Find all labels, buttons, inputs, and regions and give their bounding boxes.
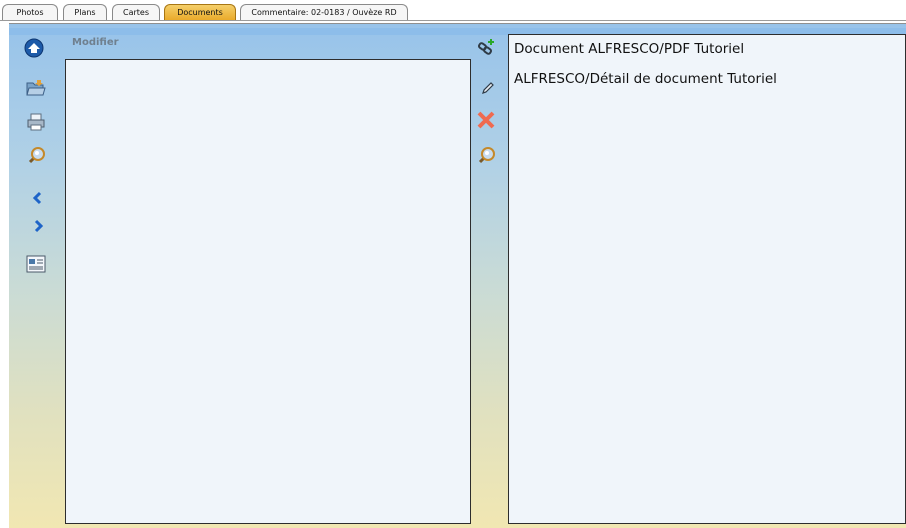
list-item[interactable]: Document ALFRESCO/PDF Tutoriel [514, 41, 744, 61]
left-panel-header: Modifier [72, 37, 119, 48]
tab-documents[interactable]: Documents [164, 4, 236, 21]
edit-pencil-icon[interactable] [478, 78, 498, 98]
delete-icon[interactable] [476, 110, 496, 130]
next-icon[interactable] [28, 216, 48, 236]
list-item[interactable]: ALFRESCO/Détail de document Tutoriel [514, 71, 777, 91]
tab-strip: Photos Plans Cartes Documents Commentair… [0, 0, 906, 22]
tab-cartes[interactable]: Cartes [112, 4, 160, 21]
left-document-panel[interactable] [65, 59, 471, 524]
tab-plans[interactable]: Plans [63, 4, 107, 21]
print-icon[interactable] [26, 112, 46, 132]
previous-icon[interactable] [28, 188, 48, 208]
add-link-icon[interactable] [476, 38, 496, 58]
home-up-icon[interactable] [24, 38, 44, 58]
tab-commentaire[interactable]: Commentaire: 02-0183 / Ouvèze RD [240, 4, 408, 21]
tab-photos[interactable]: Photos [2, 4, 58, 21]
document-list-panel: Document ALFRESCO/PDF Tutoriel ALFRESCO/… [508, 34, 906, 524]
open-folder-icon[interactable] [26, 78, 46, 98]
search-icon[interactable] [26, 146, 46, 166]
search-icon[interactable] [476, 146, 496, 166]
tab-divider [0, 20, 906, 21]
document-view-icon[interactable] [26, 254, 46, 274]
